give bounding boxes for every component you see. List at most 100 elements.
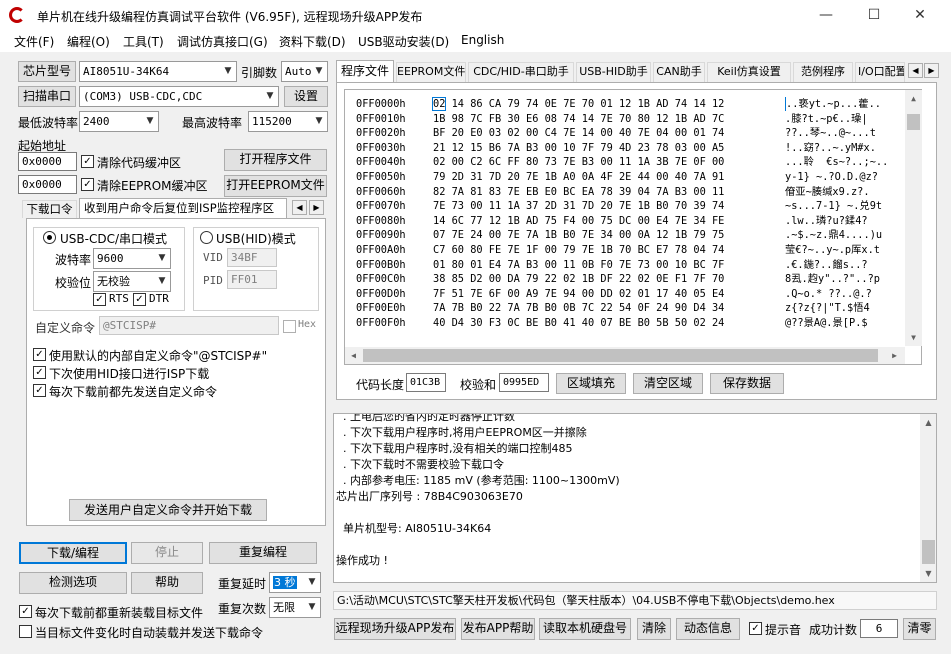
chip-type-button[interactable]: 芯片型号	[18, 61, 76, 82]
chip-type-select[interactable]: AI8051U-34K64 ▼	[79, 61, 237, 82]
tab-cdc-hid-serial[interactable]: CDC/HID-串口助手	[468, 62, 574, 82]
open-program-button[interactable]: 打开程序文件	[224, 149, 327, 171]
dynamic-info-button[interactable]: 动态信息	[676, 618, 740, 640]
clear-code-checkbox[interactable]: ✓	[81, 155, 94, 168]
send-cmd-download-button[interactable]: 发送用户自定义命令并开始下载	[69, 499, 267, 521]
tab-usb-hid[interactable]: USB-HID助手	[576, 62, 651, 82]
menu-tools[interactable]: 工具(T)	[123, 33, 164, 50]
log-output[interactable]: . 上电后您的省内的定时器停止计数 . 下次下载用户程序时,将用户EEPROM区…	[333, 413, 937, 583]
menu-file[interactable]: 文件(F)	[14, 33, 54, 50]
pid-input[interactable]: FF01	[227, 270, 277, 289]
hex-bytes[interactable]: 7F 51 7E 6F 00 A9 7E 94 00 DD 02 01 17 4…	[433, 287, 724, 301]
tab-scroll-left-icon[interactable]: ◀	[908, 63, 923, 78]
port-select[interactable]: (COM3) USB-CDC,CDC ▼	[79, 86, 279, 107]
tab-scroll-right-icon[interactable]: ▶	[309, 200, 324, 215]
use-hid-checkbox[interactable]: ✓	[33, 366, 46, 379]
tab-reset-isp[interactable]: 收到用户命令后复位到ISP监控程序区	[79, 198, 287, 218]
reload-checkbox[interactable]: ✓	[19, 605, 32, 618]
hex-hscrollbar[interactable]: ◀ ▶	[345, 347, 905, 364]
maximize-button[interactable]: ☐	[851, 0, 897, 30]
menu-usb-driver[interactable]: USB驱动安装(D)	[358, 33, 449, 50]
scroll-up-icon[interactable]: ▲	[905, 90, 922, 107]
log-vscrollbar[interactable]: ▲ ▼	[920, 414, 936, 582]
hex-bytes[interactable]: C7 60 80 FE 7E 1F 00 79 7E 1B 70 BC E7 7…	[433, 243, 724, 257]
scroll-thumb[interactable]	[907, 114, 920, 130]
hex-bytes[interactable]: 82 7A 81 83 7E EB E0 BC EA 78 39 04 7A B…	[433, 185, 724, 199]
close-button[interactable]: ✕	[897, 0, 943, 30]
parity-select[interactable]: 无校验 ▼	[93, 271, 171, 292]
send-cmd-first-checkbox[interactable]: ✓	[33, 384, 46, 397]
tab-io-config[interactable]: I/O口配置	[855, 62, 905, 82]
clear-eeprom-checkbox[interactable]: ✓	[81, 178, 94, 191]
scroll-down-icon[interactable]: ▼	[920, 565, 936, 582]
help-button[interactable]: 帮助	[131, 572, 203, 594]
hex-bytes[interactable]: 40 D4 30 F3 0C BE B0 41 40 07 BE B0 5B 5…	[433, 316, 724, 330]
reset-count-button[interactable]: 清零	[903, 618, 936, 640]
hscroll-thumb[interactable]	[363, 349, 878, 362]
save-data-button[interactable]: 保存数据	[710, 373, 784, 394]
hex-bytes[interactable]: 01 80 01 E4 7A B3 00 11 0B F0 7E 73 00 1…	[433, 258, 724, 272]
beep-checkbox[interactable]: ✓	[749, 622, 762, 635]
clear-area-button[interactable]: 清空区域	[633, 373, 703, 394]
publish-help-button[interactable]: 发布APP帮助	[461, 618, 535, 640]
stop-button[interactable]: 停止	[131, 542, 203, 564]
min-baud-select[interactable]: 2400 ▼	[79, 111, 159, 132]
baud-select[interactable]: 9600 ▼	[93, 248, 171, 269]
read-disk-id-button[interactable]: 读取本机硬盘号	[539, 618, 631, 640]
rts-checkbox[interactable]: ✓	[93, 293, 106, 306]
detect-options-button[interactable]: 检测选项	[19, 572, 127, 594]
hex-bytes[interactable]: 07 7E 24 00 7E 7A 1B B0 7E 34 00 0A 12 1…	[433, 228, 724, 242]
scroll-right-icon[interactable]: ▶	[886, 347, 903, 364]
menu-download[interactable]: 资料下载(D)	[279, 33, 346, 50]
tab-program-file[interactable]: 程序文件	[336, 60, 394, 82]
hex-bytes[interactable]: BF 20 E0 03 02 00 C4 7E 14 00 40 7E 04 0…	[433, 126, 724, 140]
hex-bytes[interactable]: 14 6C 77 12 1B AD 75 F4 00 75 DC 00 E4 7…	[433, 214, 724, 228]
hex-bytes[interactable]: 02 14 86 CA 79 74 0E 7E 70 01 12 1B AD 7…	[431, 97, 724, 111]
scroll-down-icon[interactable]: ▼	[905, 329, 922, 346]
menu-english[interactable]: English	[461, 33, 504, 47]
hex-cursor-byte[interactable]: 02	[431, 97, 447, 111]
start-addr-input[interactable]: 0x0000	[18, 152, 77, 171]
open-eeprom-button[interactable]: 打开EEPROM文件	[224, 175, 327, 197]
tab-eeprom-file[interactable]: EEPROM文件	[396, 62, 466, 82]
hex-bytes[interactable]: 7E 73 00 11 1A 37 2D 31 7D 20 7E 1B B0 7…	[433, 199, 724, 213]
auto-send-checkbox[interactable]	[19, 625, 32, 638]
hex-checkbox[interactable]	[283, 320, 296, 333]
fill-area-button[interactable]: 区域填充	[556, 373, 626, 394]
minimize-button[interactable]: —	[803, 0, 849, 30]
repeat-count-select[interactable]: 无限 ▼	[269, 597, 321, 618]
reprogram-button[interactable]: 重复编程	[209, 542, 317, 564]
hex-vscrollbar[interactable]: ▲ ▼	[905, 90, 922, 346]
scroll-up-icon[interactable]: ▲	[920, 414, 936, 431]
max-baud-select[interactable]: 115200 ▼	[248, 111, 328, 132]
vid-input[interactable]: 34BF	[227, 248, 277, 267]
pin-select[interactable]: Auto ▼	[281, 61, 328, 82]
tab-keil-settings[interactable]: Keil仿真设置	[707, 62, 791, 82]
scan-port-button[interactable]: 扫描串口	[18, 86, 76, 107]
hex-bytes[interactable]: 38 85 D2 00 DA 79 22 02 1B DF 22 02 0E F…	[433, 272, 724, 286]
menu-debug[interactable]: 调试仿真接口(G)	[177, 33, 268, 50]
log-scroll-thumb[interactable]	[922, 540, 935, 564]
remote-upgrade-button[interactable]: 远程现场升级APP发布	[334, 618, 456, 640]
hex-bytes[interactable]: 1B 98 7C FB 30 E6 08 74 14 7E 70 80 12 1…	[433, 112, 724, 126]
download-program-button[interactable]: 下载/编程	[19, 542, 127, 564]
hex-bytes[interactable]: 79 2D 31 7D 20 7E 1B A0 0A 4F 2E 44 00 4…	[433, 170, 724, 184]
hex-bytes[interactable]: 02 00 C2 6C FF 80 73 7E B3 00 11 1A 3B 7…	[433, 155, 724, 169]
tab-can[interactable]: CAN助手	[653, 62, 705, 82]
tab-scroll-right-icon[interactable]: ▶	[924, 63, 939, 78]
hex-bytes[interactable]: 7A 7B B0 22 7A 7B B0 0B 7C 22 54 0F 24 9…	[433, 301, 724, 315]
dtr-checkbox[interactable]: ✓	[133, 293, 146, 306]
settings-button[interactable]: 设置	[284, 86, 328, 107]
repeat-delay-select[interactable]: 3 秒 ▼	[269, 572, 321, 593]
tab-scroll-left-icon[interactable]: ◀	[292, 200, 307, 215]
eeprom-addr-input[interactable]: 0x0000	[18, 175, 77, 194]
menu-program[interactable]: 编程(O)	[67, 33, 110, 50]
hid-mode-radio[interactable]	[200, 231, 213, 244]
use-default-cmd-checkbox[interactable]: ✓	[33, 348, 46, 361]
tab-download-password[interactable]: 下载口令	[22, 200, 77, 218]
scroll-left-icon[interactable]: ◀	[345, 347, 362, 364]
custom-cmd-input[interactable]: @STCISP#	[99, 316, 279, 335]
clear-button[interactable]: 清除	[637, 618, 671, 640]
tab-examples[interactable]: 范例程序	[793, 62, 853, 82]
hex-view[interactable]: 0FF0000h 02 14 86 CA 79 74 0E 7E 70 01 12…	[344, 89, 922, 365]
